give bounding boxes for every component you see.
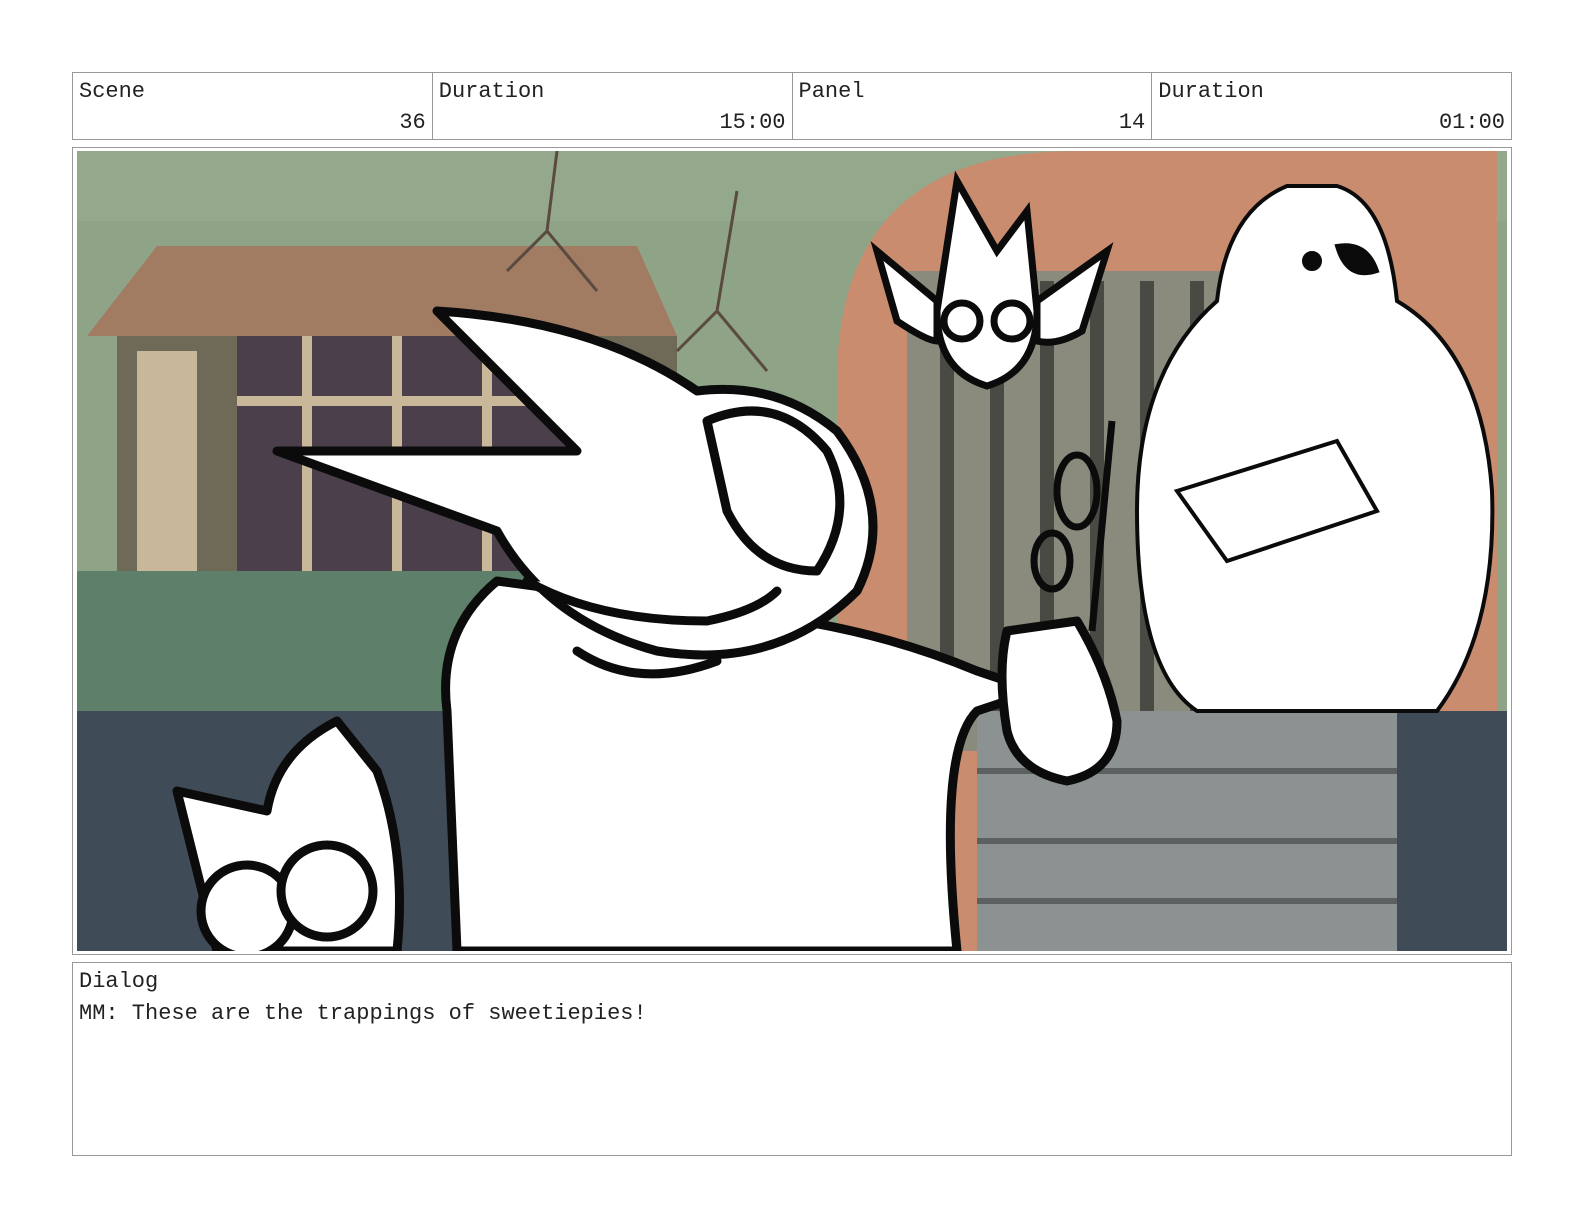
panel-illustration xyxy=(77,151,1507,951)
dialog-box: Dialog MM: These are the trappings of sw… xyxy=(72,962,1512,1156)
scene-duration-value: 15:00 xyxy=(719,110,786,135)
scene-duration-cell: Duration 15:00 xyxy=(433,73,793,139)
panel-cell: Panel 14 xyxy=(793,73,1153,139)
scene-cell: Scene 36 xyxy=(73,73,433,139)
panel-duration-value: 01:00 xyxy=(1438,110,1505,135)
panel-label: Panel xyxy=(798,79,865,104)
storyboard-header: Scene 36 Duration 15:00 Panel 14 Duratio… xyxy=(72,72,1512,140)
dialog-label: Dialog xyxy=(79,969,159,994)
storyboard-panel-frame xyxy=(72,147,1512,955)
panel-duration-cell: Duration 01:00 xyxy=(1152,73,1511,139)
background-roof xyxy=(87,246,677,336)
panel-duration-label: Duration xyxy=(1158,79,1264,104)
panel-number: 14 xyxy=(1118,110,1146,135)
dialog-text: MM: These are the trappings of sweetiepi… xyxy=(79,1001,647,1026)
scene-number: 36 xyxy=(399,110,426,135)
scene-label: Scene xyxy=(79,79,146,104)
scene-duration-label: Duration xyxy=(438,79,545,104)
background-right-wall xyxy=(1397,711,1507,951)
